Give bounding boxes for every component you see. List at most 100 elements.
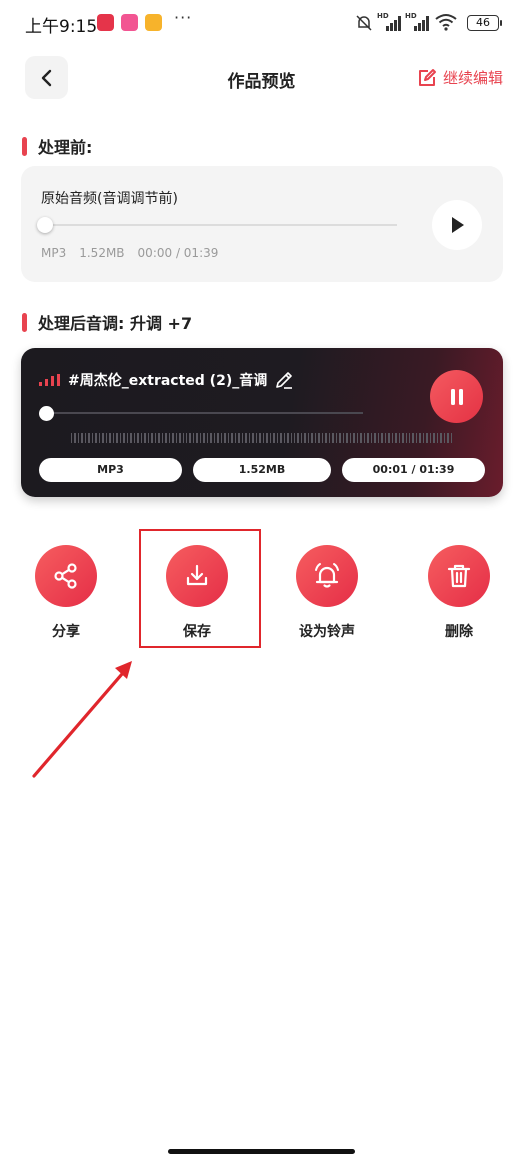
annotation-arrow-icon <box>32 661 132 778</box>
waveform-tick <box>429 433 432 443</box>
svg-text:HD: HD <box>405 12 417 20</box>
app-notification-icon <box>145 14 162 31</box>
processed-audio-card: #周杰伦_extracted (2)_音调 MP3 1.52MB 00:01 /… <box>21 348 503 497</box>
waveform-tick <box>210 433 212 443</box>
waveform-tick <box>199 433 202 443</box>
waveform-tick <box>297 433 299 443</box>
waveform-tick <box>318 433 320 443</box>
waveform-tick <box>381 433 383 443</box>
waveform-tick <box>151 433 153 443</box>
share-button-circle <box>35 545 97 607</box>
waveform-tick <box>231 433 233 443</box>
waveform-tick <box>189 433 191 443</box>
more-notifications-icon: ··· <box>174 8 193 27</box>
pause-button[interactable] <box>430 370 483 423</box>
waveform-tick <box>154 433 157 443</box>
waveform-tick <box>241 433 244 443</box>
waveform-tick <box>384 433 387 443</box>
waveform-tick <box>112 433 115 443</box>
waveform-tick <box>377 433 380 443</box>
waveform-tick <box>203 433 205 443</box>
waveform-tick <box>248 433 251 443</box>
waveform-tick <box>408 433 411 443</box>
waveform-tick <box>147 433 150 443</box>
rename-pencil-icon[interactable] <box>274 370 294 390</box>
section-accent-bar <box>22 312 27 332</box>
waveform-tick <box>314 433 317 443</box>
waveform-tick <box>185 433 188 443</box>
waveform-tick <box>405 433 407 443</box>
waveform-tick <box>133 433 136 443</box>
waveform-tick <box>447 433 449 443</box>
waveform-tick <box>276 433 279 443</box>
waveform-tick <box>433 433 435 443</box>
waveform-tick <box>140 433 143 443</box>
waveform-tick <box>196 433 198 443</box>
home-indicator[interactable] <box>168 1149 355 1154</box>
waveform-tick <box>353 433 355 443</box>
waveform-tick <box>130 433 132 443</box>
audio-bars-icon <box>39 374 60 386</box>
waveform-tick <box>91 433 94 443</box>
section-heading-after: 处理后音调: 升调 +7 <box>22 310 192 334</box>
waveform-tick <box>116 433 118 443</box>
original-progress-track[interactable] <box>45 224 397 226</box>
status-time: 上午9:15 <box>25 17 98 37</box>
waveform-tick <box>436 433 439 443</box>
set-ringtone-label: 设为铃声 <box>299 624 355 640</box>
waveform-tick <box>304 433 306 443</box>
waveform-tick <box>245 433 247 443</box>
battery-indicator: 46 <box>467 15 502 31</box>
waveform-tick <box>74 433 76 443</box>
waveform-tick <box>102 433 104 443</box>
processed-file-name: #周杰伦_extracted (2)_音调 <box>68 373 268 389</box>
continue-edit-button[interactable]: 继续编辑 <box>417 67 503 88</box>
waveform-tick <box>402 433 404 443</box>
set-ringtone-button[interactable]: 设为铃声 <box>282 545 372 641</box>
section-heading-before: 处理前: <box>22 134 92 158</box>
wifi-icon <box>435 14 457 31</box>
waveform-tick <box>398 433 401 443</box>
waveform-tick <box>161 433 164 443</box>
waveform-tick <box>294 433 296 443</box>
processed-size-pill: 1.52MB <box>193 458 331 482</box>
waveform-tick <box>238 433 240 443</box>
share-button[interactable]: 分享 <box>21 545 111 641</box>
original-audio-card: 原始音频(音调调节前) MP3 1.52MB 00:00 / 01:39 <box>21 166 503 282</box>
delete-label: 删除 <box>445 624 473 640</box>
waveform-tick <box>283 433 286 443</box>
waveform-tick <box>290 433 292 443</box>
waveform-tick <box>252 433 254 443</box>
waveform-tick <box>175 433 178 443</box>
waveform-tick <box>81 433 83 443</box>
play-button[interactable] <box>432 200 482 250</box>
waveform-tick <box>443 433 446 443</box>
signal-icon: HD <box>405 12 429 31</box>
section-accent-bar <box>22 136 27 156</box>
share-label: 分享 <box>52 624 80 640</box>
mute-icon <box>356 15 372 31</box>
svg-text:HD: HD <box>377 12 389 20</box>
waveform-tick <box>325 433 327 443</box>
waveform-tick <box>287 433 289 443</box>
delete-button[interactable]: 删除 <box>414 545 504 641</box>
original-audio-title: 原始音频(音调调节前) <box>41 191 178 207</box>
waveform-tick <box>109 433 111 443</box>
waveform-tick <box>335 433 338 443</box>
waveform-tick <box>367 433 369 443</box>
waveform-tick <box>168 433 171 443</box>
edit-icon <box>418 68 436 86</box>
waveform-tick <box>123 433 125 443</box>
original-format: MP3 <box>41 246 67 260</box>
processed-progress-thumb[interactable] <box>39 406 54 421</box>
pause-icon <box>450 388 463 405</box>
waveform-tick <box>165 433 167 443</box>
waveform-tick <box>374 433 376 443</box>
processed-progress-track[interactable] <box>47 412 363 414</box>
waveform-tick <box>262 433 265 443</box>
waveform-tick <box>450 433 453 443</box>
waveform-tick <box>415 433 418 443</box>
original-progress-thumb[interactable] <box>37 217 53 233</box>
status-bar: 上午9:15 ··· HD HD 46 <box>0 0 523 46</box>
original-audio-meta: MP3 1.52MB 00:00 / 01:39 <box>41 246 218 260</box>
